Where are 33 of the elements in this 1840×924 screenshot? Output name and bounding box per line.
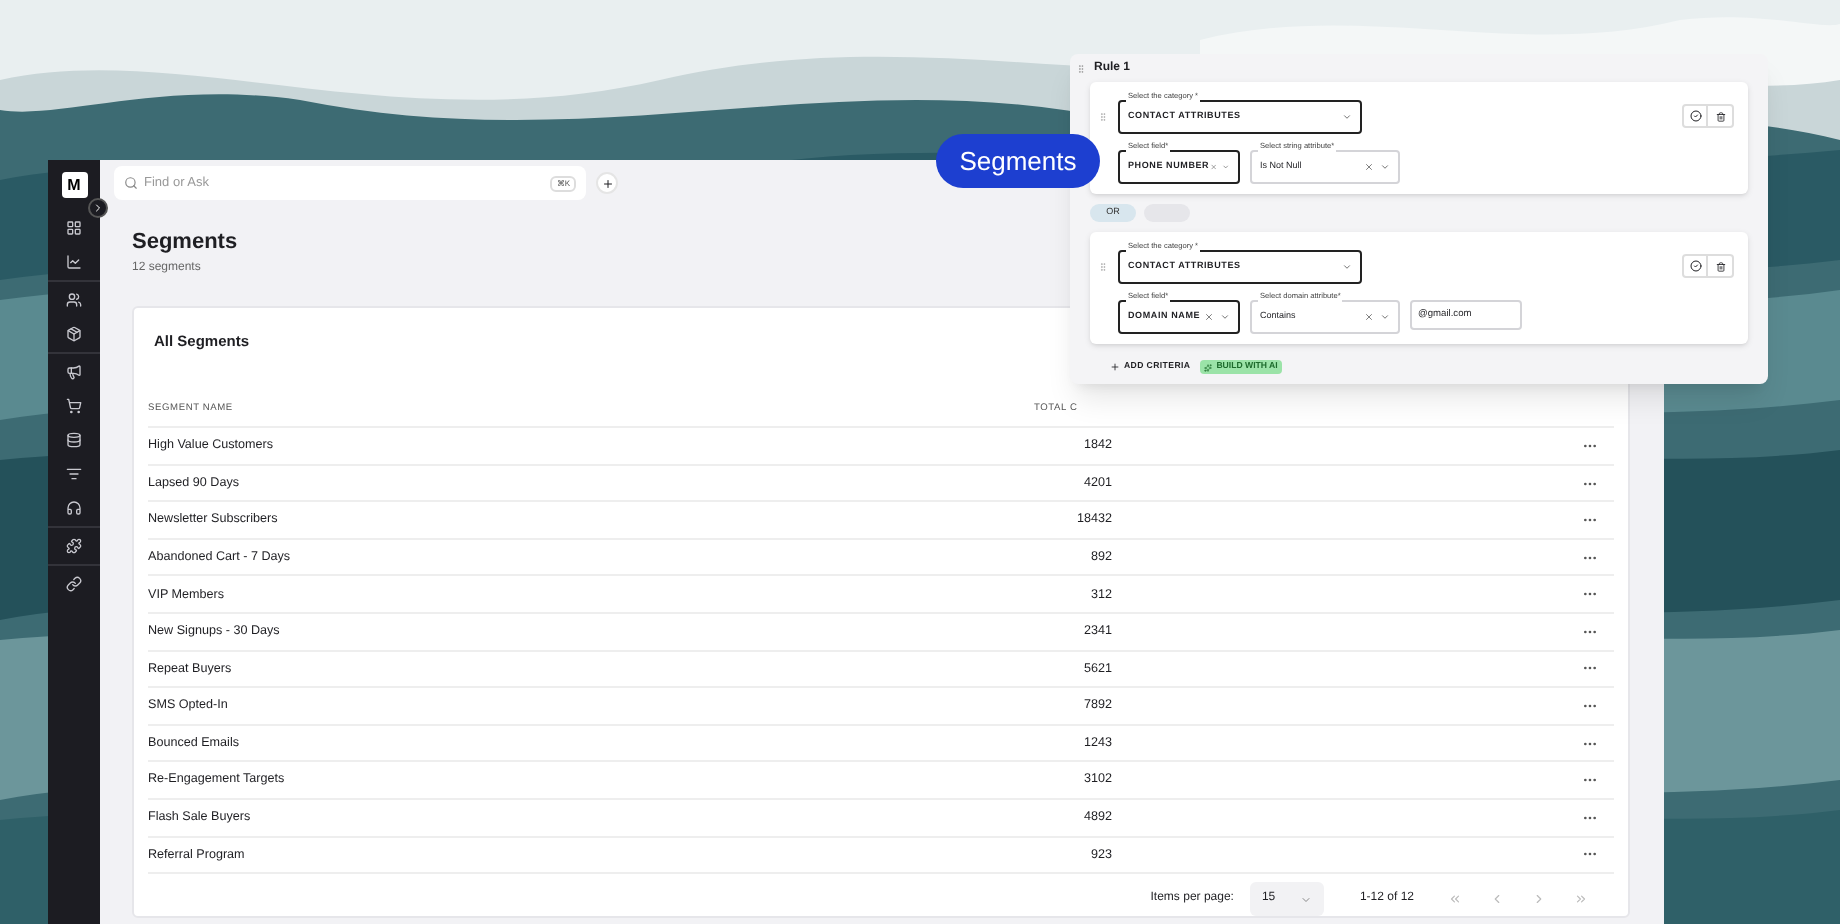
puzzle-icon[interactable] [66,538,82,554]
collapse-button[interactable] [88,198,108,218]
plus-icon [601,177,613,189]
box-icon[interactable] [66,326,82,342]
caret-icon [1342,112,1352,122]
list-icon[interactable] [66,466,82,482]
headset-icon[interactable] [66,500,82,516]
grid-icon[interactable] [66,220,82,236]
caret-icon [1220,312,1230,322]
sparkle-icon [1204,363,1213,371]
megaphone-icon[interactable] [66,364,82,380]
caret-icon [1299,893,1312,906]
plus-icon [1110,362,1120,372]
search-icon [124,176,138,190]
page-title: Segments [132,230,238,256]
caret-icon [1380,312,1390,322]
caret-icon [1342,262,1352,272]
cart-icon[interactable] [66,398,82,414]
validate-button[interactable] [1684,106,1708,126]
caret-icon [1380,162,1390,172]
validate-button[interactable] [1684,256,1708,276]
logo: M [61,172,87,198]
add-button[interactable] [596,172,618,194]
check-icon [1689,260,1701,272]
users-icon[interactable] [66,292,82,308]
delete-icon [1715,261,1725,271]
link-icon[interactable] [66,576,82,592]
chevron-icon [92,202,104,214]
check-icon [1689,110,1701,122]
title-badge: Segments [936,134,1100,188]
line-chart-icon[interactable] [66,254,82,270]
delete-icon [1715,111,1725,121]
database-icon[interactable] [66,432,82,448]
